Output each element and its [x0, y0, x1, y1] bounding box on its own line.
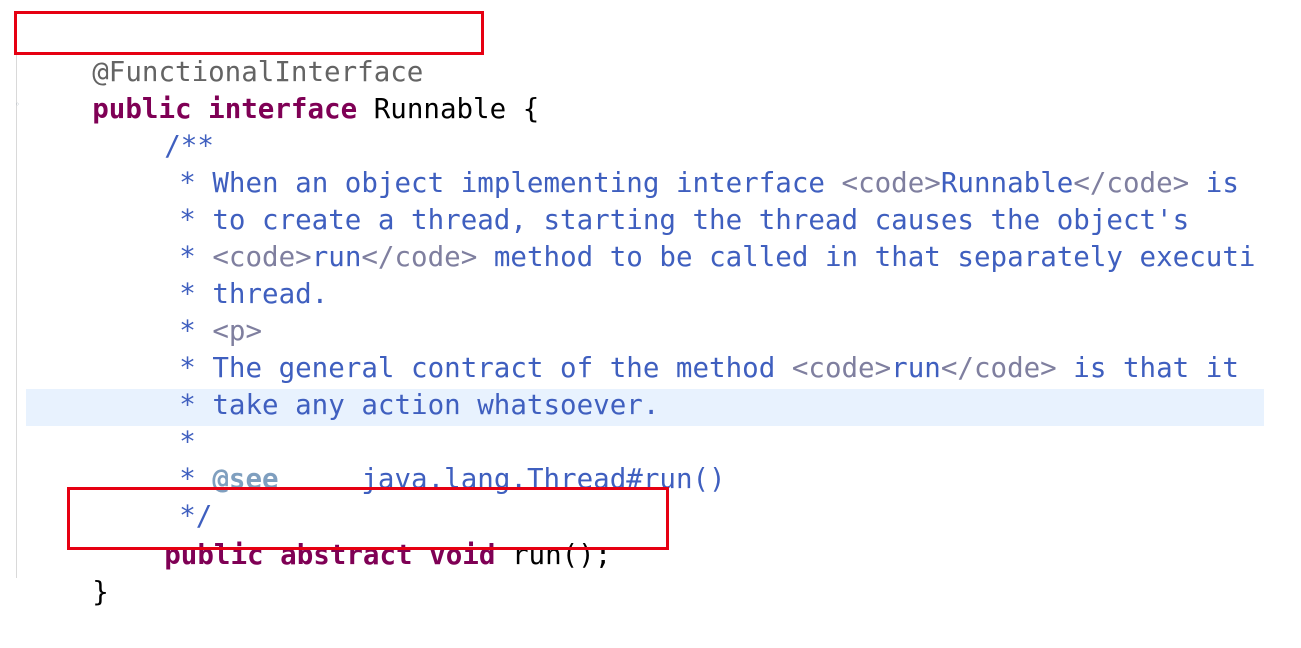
closing-brace: }	[92, 576, 109, 608]
javadoc-text: is	[1189, 167, 1239, 199]
annotation-highlight-box	[14, 11, 484, 55]
javadoc-text: is that it	[1056, 352, 1239, 384]
javadoc-text: * take any action whatsoever.	[179, 389, 660, 421]
interface-name: Runnable {	[373, 93, 540, 125]
fold-collapse-icon[interactable]: ◦	[15, 101, 20, 109]
code-editor[interactable]: ◦ @FunctionalInterface public interface …	[0, 0, 1301, 608]
javadoc-text: method to be called in that separately e…	[477, 241, 1256, 273]
html-tag: <code>	[791, 352, 892, 384]
code-line-closing-brace: }	[26, 537, 109, 648]
html-tag: </code>	[940, 352, 1057, 384]
keyword-interface: interface	[208, 93, 358, 125]
javadoc-code-text: run	[891, 352, 941, 384]
html-tag: </code>	[361, 241, 478, 273]
method-highlight-box	[67, 487, 669, 550]
